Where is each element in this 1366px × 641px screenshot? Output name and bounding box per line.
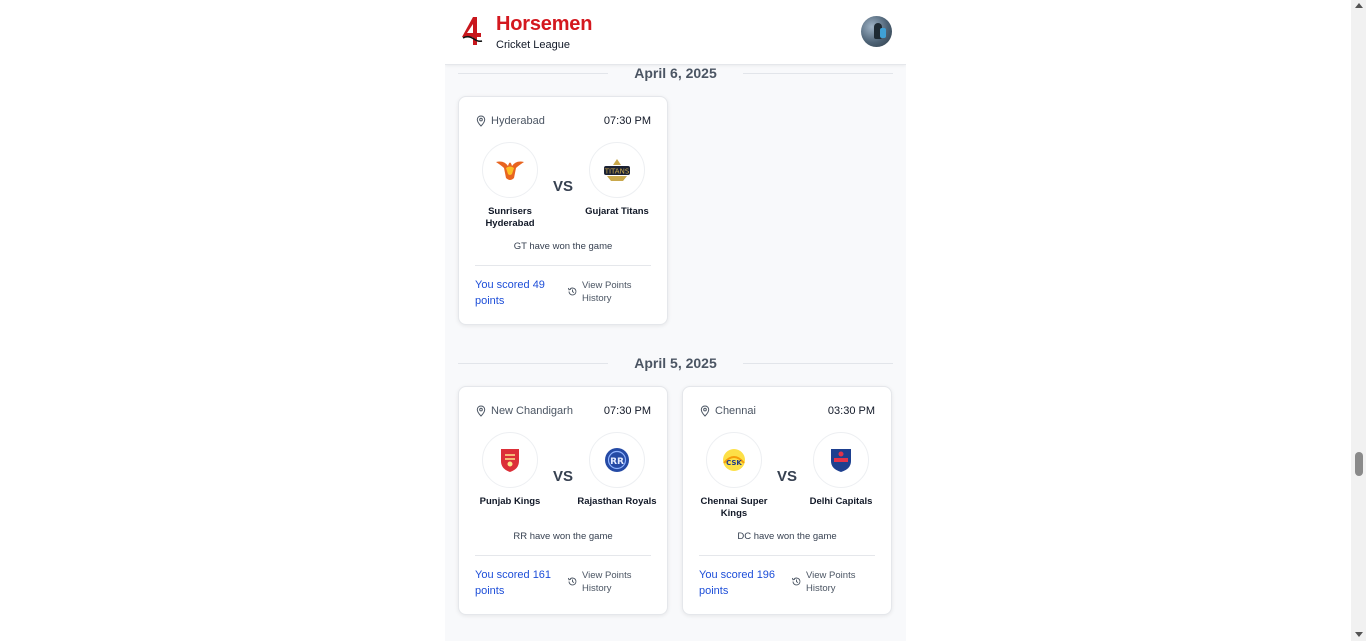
date-divider: April 6, 2025 xyxy=(458,65,893,83)
versus-label: VS xyxy=(777,468,798,485)
view-points-history-label: View Points History xyxy=(582,570,632,594)
points-scored: You scored 49 points xyxy=(475,279,545,307)
view-points-history-label: View Points History xyxy=(806,570,856,594)
history-icon xyxy=(567,577,577,586)
history-icon xyxy=(791,577,801,586)
team-away: TITANS Gujarat Titans xyxy=(577,142,657,218)
divider-line xyxy=(743,363,893,364)
location-name: New Chandigarh xyxy=(491,405,573,417)
card-separator xyxy=(475,265,651,266)
match-location: New Chandigarh xyxy=(475,405,573,417)
csk-logo-icon: CSK xyxy=(706,432,762,488)
team-away: Delhi Capitals xyxy=(801,432,881,508)
view-points-history-button[interactable]: View Points History xyxy=(567,279,642,305)
team-home: Sunrisers Hyderabad xyxy=(470,142,550,230)
match-card[interactable]: Chennai 03:30 PM CSK Chennai Super Kings… xyxy=(682,386,892,615)
versus-label: VS xyxy=(553,178,574,195)
team-name: Gujarat Titans xyxy=(585,206,649,217)
brand-title[interactable]: Horsemen xyxy=(496,13,592,36)
svg-text:CSK: CSK xyxy=(726,459,742,467)
team-name: Chennai Super Kings xyxy=(700,496,768,519)
match-card[interactable]: New Chandigarh 07:30 PM Punjab Kings VS … xyxy=(458,386,668,615)
team-name: Delhi Capitals xyxy=(809,496,873,507)
view-points-history-label: View Points History xyxy=(582,280,632,304)
scroll-thumb[interactable] xyxy=(1355,452,1363,476)
match-location: Hyderabad xyxy=(475,115,545,127)
match-result: RR have won the game xyxy=(513,531,613,542)
match-time: 07:30 PM xyxy=(603,405,651,417)
team-name: Rajasthan Royals xyxy=(577,496,657,507)
view-points-history-button[interactable]: View Points History xyxy=(791,569,866,595)
map-pin-icon xyxy=(476,115,486,127)
rr-logo-icon: RR xyxy=(589,432,645,488)
match-time: 03:30 PM xyxy=(827,405,875,417)
team-away: RR Rajasthan Royals xyxy=(577,432,657,508)
user-avatar[interactable] xyxy=(861,16,892,47)
card-separator xyxy=(475,555,651,556)
scroll-down-arrow-icon[interactable] xyxy=(1355,632,1363,637)
team-name: Punjab Kings xyxy=(479,496,541,507)
match-time: 07:30 PM xyxy=(603,115,651,127)
horsemen-logo-icon[interactable] xyxy=(460,15,484,47)
history-icon xyxy=(567,287,577,296)
team-name: Sunrisers Hyderabad xyxy=(485,206,535,229)
points-scored: You scored 196 points xyxy=(699,569,776,597)
match-location: Chennai xyxy=(699,405,756,417)
brand-subtitle: Cricket League xyxy=(496,39,570,51)
date-divider: April 5, 2025 xyxy=(458,355,893,373)
scroll-up-arrow-icon[interactable] xyxy=(1355,3,1363,8)
page-scrollbar[interactable] xyxy=(1351,0,1366,641)
card-separator xyxy=(699,555,875,556)
dc-logo-icon xyxy=(813,432,869,488)
versus-label: VS xyxy=(553,468,574,485)
view-points-history-button[interactable]: View Points History xyxy=(567,569,642,595)
avatar-figure-accent xyxy=(880,28,886,38)
points-scored: You scored 161 points xyxy=(475,569,552,597)
pbks-logo-icon xyxy=(482,432,538,488)
team-home: CSK Chennai Super Kings xyxy=(694,432,774,520)
map-pin-icon xyxy=(476,405,486,417)
team-home: Punjab Kings xyxy=(470,432,550,508)
app-container: Horsemen Cricket League April 6, 2025 Hy… xyxy=(445,0,906,641)
map-pin-icon xyxy=(700,405,710,417)
srh-logo-icon xyxy=(482,142,538,198)
svg-text:TITANS: TITANS xyxy=(604,168,630,176)
divider-line xyxy=(743,73,893,74)
match-result: GT have won the game xyxy=(513,241,613,252)
match-card[interactable]: Hyderabad 07:30 PM Sunrisers Hyderabad V… xyxy=(458,96,668,325)
match-result: DC have won the game xyxy=(737,531,837,542)
location-name: Chennai xyxy=(715,405,756,417)
svg-text:RR: RR xyxy=(610,457,624,467)
gt-logo-icon: TITANS xyxy=(589,142,645,198)
location-name: Hyderabad xyxy=(491,115,545,127)
app-header: Horsemen Cricket League xyxy=(445,0,906,65)
